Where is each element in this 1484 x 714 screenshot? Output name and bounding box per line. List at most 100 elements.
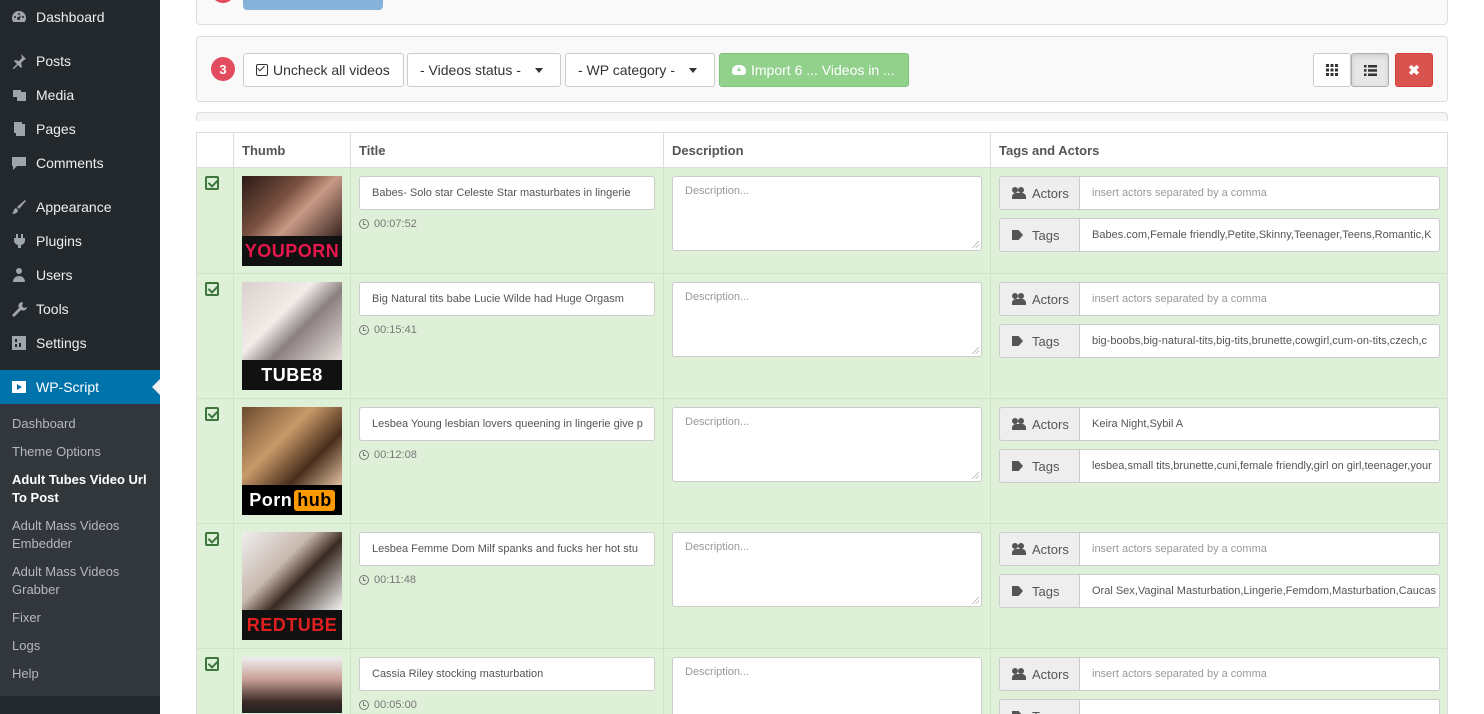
grid-icon: [1326, 64, 1338, 76]
actors-input[interactable]: insert actors separated by a comma: [1079, 657, 1440, 691]
submenu-logs[interactable]: Logs: [0, 632, 160, 660]
uncheck-all-button[interactable]: Uncheck all videos: [243, 53, 404, 87]
actors-addon: Actors: [999, 176, 1079, 210]
row-check-cell: [197, 274, 234, 398]
title-cell: Lesbea Young lesbian lovers queening in …: [351, 399, 664, 523]
submenu-fixer[interactable]: Fixer: [0, 604, 160, 632]
tags-icon: [1012, 229, 1026, 241]
header-check: [197, 133, 234, 167]
menu-label: Appearance: [36, 199, 112, 215]
menu-pages[interactable]: Pages: [0, 112, 160, 146]
video-thumbnail: REDTUBE: [242, 532, 342, 640]
video-thumbnail: Porn hub: [242, 407, 342, 515]
uncheck-all-label: Uncheck all videos: [273, 62, 390, 78]
clock-icon: [359, 325, 369, 335]
duration: 00:15:41: [359, 324, 655, 336]
title-input[interactable]: Babes- Solo star Celeste Star masturbate…: [359, 176, 655, 210]
menu-settings[interactable]: Settings: [0, 326, 160, 360]
description-textarea[interactable]: Description...: [672, 657, 982, 714]
tags-actors-cell: Actors insert actors separated by a comma…: [991, 649, 1447, 714]
actors-group: Actors insert actors separated by a comma: [999, 532, 1440, 566]
description-textarea[interactable]: Description...: [672, 176, 982, 251]
users-icon: [1012, 668, 1026, 680]
close-icon: ✖: [1408, 61, 1420, 78]
table-row: Cassia Riley stocking masturbation 00:05:…: [197, 649, 1447, 714]
thumb-cell: REDTUBE: [234, 524, 351, 648]
tags-input[interactable]: lesbea,small tits,brunette,cuni,female f…: [1079, 449, 1440, 483]
actors-input[interactable]: insert actors separated by a comma: [1079, 176, 1440, 210]
submenu-mass-grabber[interactable]: Adult Mass Videos Grabber: [0, 558, 160, 604]
tags-input[interactable]: Oral Sex,Vaginal Masturbation,Lingerie,F…: [1079, 574, 1440, 608]
checked-icon[interactable]: [205, 657, 219, 671]
submenu-dashboard[interactable]: Dashboard: [0, 410, 160, 438]
import-videos-button[interactable]: Import 6 ... Videos in ...: [719, 53, 909, 87]
row-check-cell: [197, 649, 234, 714]
title-input[interactable]: Big Natural tits babe Lucie Wilde had Hu…: [359, 282, 655, 316]
title-input[interactable]: Cassia Riley stocking masturbation: [359, 657, 655, 691]
submenu-help[interactable]: Help: [0, 660, 160, 688]
description-cell: Description...: [664, 399, 991, 523]
tags-group: Tags: [999, 699, 1440, 714]
description-textarea[interactable]: Description...: [672, 282, 982, 357]
tags-input[interactable]: Babes.com,Female friendly,Petite,Skinny,…: [1079, 218, 1440, 252]
description-textarea[interactable]: Description...: [672, 532, 982, 607]
title-input[interactable]: Lesbea Femme Dom Milf spanks and fucks h…: [359, 532, 655, 566]
videos-status-select[interactable]: - Videos status -: [407, 53, 561, 87]
actors-input[interactable]: insert actors separated by a comma: [1079, 282, 1440, 316]
actors-input[interactable]: insert actors separated by a comma: [1079, 532, 1440, 566]
title-cell: Big Natural tits babe Lucie Wilde had Hu…: [351, 274, 664, 398]
duration: 00:11:48: [359, 574, 655, 586]
menu-plugins[interactable]: Plugins: [0, 224, 160, 258]
description-cell: Description...: [664, 649, 991, 714]
previous-step-button[interactable]: [243, 0, 383, 10]
clock-icon: [359, 700, 369, 710]
checked-icon[interactable]: [205, 282, 219, 296]
clock-icon: [359, 450, 369, 460]
users-icon: [1012, 293, 1026, 305]
play-icon: [10, 378, 28, 396]
menu-dashboard[interactable]: Dashboard: [0, 0, 160, 34]
description-textarea[interactable]: Description...: [672, 407, 982, 482]
thumb-cell: Porn hub: [234, 399, 351, 523]
wp-category-select[interactable]: - WP category -: [565, 53, 715, 87]
cloud-upload-icon: [732, 65, 746, 75]
submenu-theme-options[interactable]: Theme Options: [0, 438, 160, 466]
import-toolbar: 3 Uncheck all videos - Videos status - -…: [196, 36, 1448, 102]
actors-input[interactable]: Keira Night,Sybil A: [1079, 407, 1440, 441]
close-button[interactable]: ✖: [1395, 53, 1433, 87]
tags-input[interactable]: [1079, 699, 1440, 714]
checked-icon[interactable]: [205, 407, 219, 421]
description-cell: Description...: [664, 524, 991, 648]
pages-icon: [10, 120, 28, 138]
menu-appearance[interactable]: Appearance: [0, 190, 160, 224]
menu-label: Users: [36, 267, 73, 283]
checked-icon[interactable]: [205, 176, 219, 190]
checked-icon[interactable]: [205, 532, 219, 546]
menu-media[interactable]: Media: [0, 78, 160, 112]
title-input[interactable]: Lesbea Young lesbian lovers queening in …: [359, 407, 655, 441]
menu-wp-script[interactable]: WP-Script: [0, 370, 160, 404]
site-logo: TUBE8: [242, 360, 342, 390]
row-check-cell: [197, 168, 234, 273]
tags-icon: [1012, 710, 1026, 714]
submenu-mass-embedder[interactable]: Adult Mass Videos Embedder: [0, 512, 160, 558]
wp-script-submenu: Dashboard Theme Options Adult Tubes Vide…: [0, 404, 160, 696]
menu-posts[interactable]: Posts: [0, 44, 160, 78]
progress-area: [196, 112, 1448, 121]
header-title: Title: [351, 133, 664, 167]
actors-addon: Actors: [999, 532, 1079, 566]
tags-input[interactable]: big-boobs,big-natural-tits,big-tits,brun…: [1079, 324, 1440, 358]
menu-comments[interactable]: Comments: [0, 146, 160, 180]
duration: 00:12:08: [359, 449, 655, 461]
row-check-cell: [197, 399, 234, 523]
tags-icon: [1012, 460, 1026, 472]
list-view-button[interactable]: [1351, 53, 1389, 87]
actors-group: Actors Keira Night,Sybil A: [999, 407, 1440, 441]
menu-users[interactable]: Users: [0, 258, 160, 292]
settings-icon: [10, 334, 28, 352]
videos-status-value: - Videos status -: [420, 62, 521, 78]
pin-icon: [10, 52, 28, 70]
menu-tools[interactable]: Tools: [0, 292, 160, 326]
grid-view-button[interactable]: [1313, 53, 1351, 87]
submenu-adult-tubes-url-to-post[interactable]: Adult Tubes Video Url To Post: [0, 466, 160, 512]
